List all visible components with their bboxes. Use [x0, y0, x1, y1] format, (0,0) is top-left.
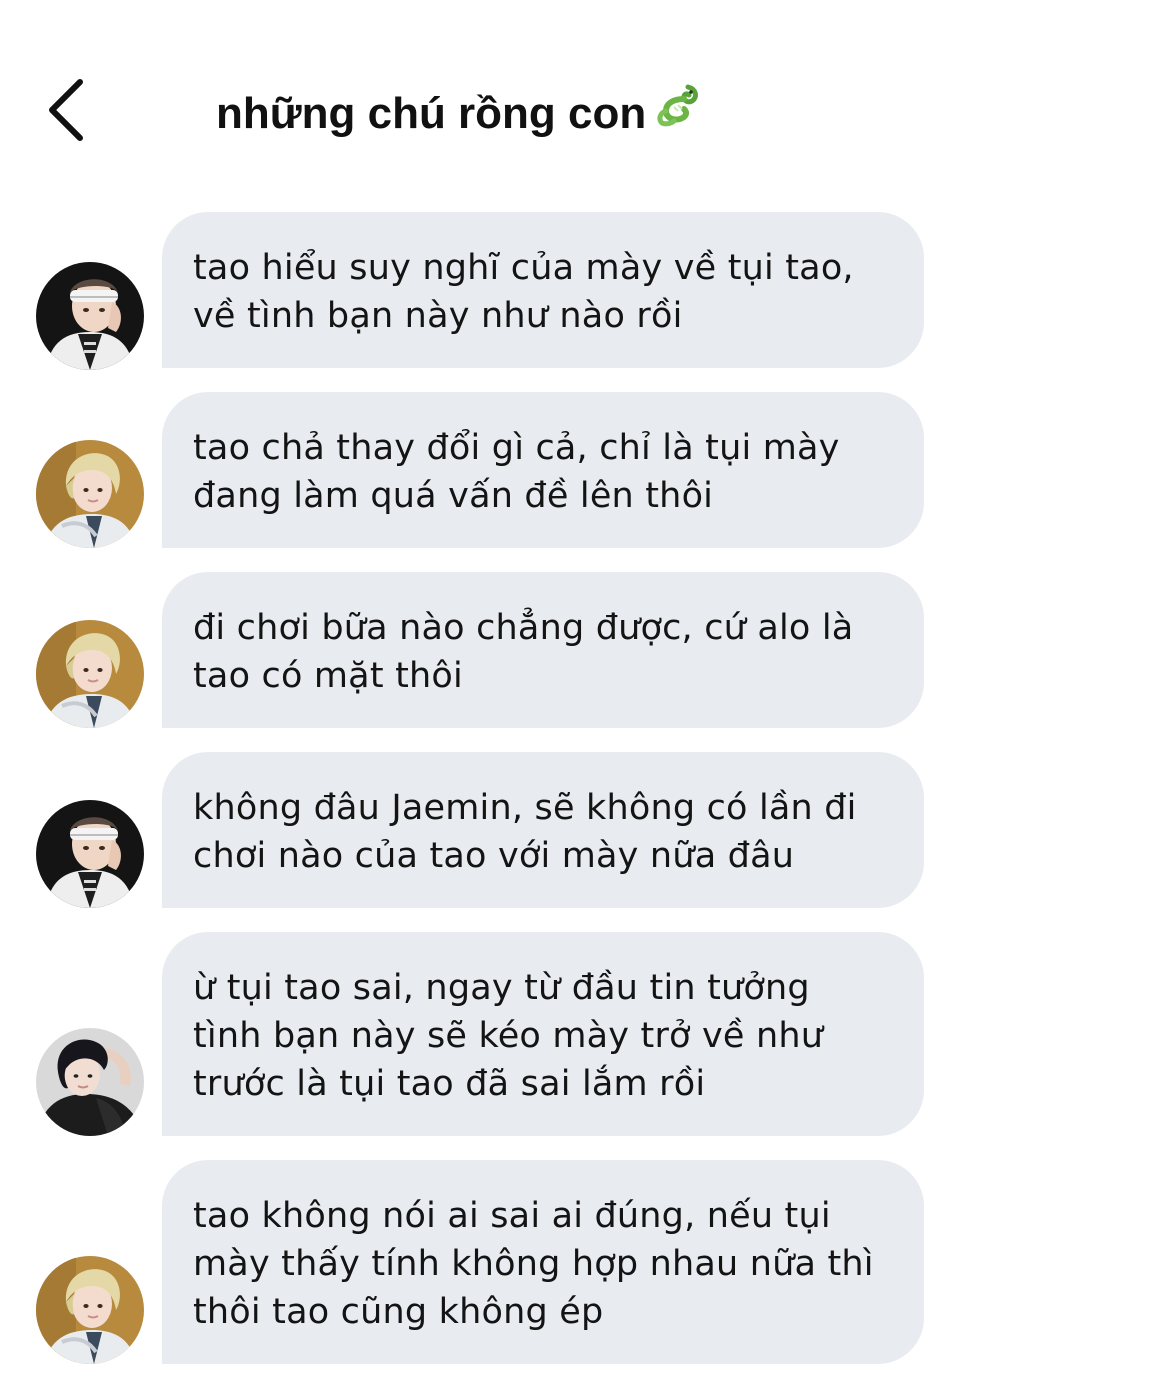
chat-header: những chú rồng con [0, 0, 1169, 190]
message-bubble[interactable]: không đâu Jaemin, sẽ không có lần đi chơ… [162, 752, 924, 908]
message-text: không đâu Jaemin, sẽ không có lần đi chơ… [193, 788, 857, 876]
message-row: tao chả thay đổi gì cả, chỉ là tụi mày đ… [0, 392, 1169, 548]
message-bubble[interactable]: tao chả thay đổi gì cả, chỉ là tụi mày đ… [162, 392, 924, 548]
message-row: ừ tụi tao sai, ngay từ đầu tin tưởng tìn… [0, 932, 1169, 1136]
avatar-dark-hair[interactable] [36, 1028, 144, 1136]
message-bubble[interactable]: đi chơi bữa nào chẳng được, cứ alo là ta… [162, 572, 924, 728]
avatar-blonde[interactable] [36, 440, 144, 548]
message-bubble[interactable]: ừ tụi tao sai, ngay từ đầu tin tưởng tìn… [162, 932, 924, 1136]
message-text: tao không nói ai sai ai đúng, nếu tụi mà… [193, 1196, 874, 1332]
chevron-left-icon [49, 79, 83, 141]
message-row: tao hiểu suy nghĩ của mày về tụi tao, về… [0, 212, 1169, 370]
message-row: tao không nói ai sai ai đúng, nếu tụi mà… [0, 1160, 1169, 1364]
message-bubble[interactable]: tao hiểu suy nghĩ của mày về tụi tao, về… [162, 212, 924, 368]
message-text: tao chả thay đổi gì cả, chỉ là tụi mày đ… [193, 428, 840, 516]
message-bubble[interactable]: tao không nói ai sai ai đúng, nếu tụi mà… [162, 1160, 924, 1364]
avatar-headband[interactable] [36, 800, 144, 908]
dragon-icon [654, 81, 702, 143]
message-text: ừ tụi tao sai, ngay từ đầu tin tưởng tìn… [193, 968, 824, 1104]
avatar-blonde[interactable] [36, 1256, 144, 1364]
message-text: tao hiểu suy nghĩ của mày về tụi tao, về… [193, 248, 854, 336]
message-row: không đâu Jaemin, sẽ không có lần đi chơ… [0, 752, 1169, 908]
avatar-headband[interactable] [36, 262, 144, 370]
chat-title[interactable]: những chú rồng con [216, 84, 702, 144]
message-row: đi chơi bữa nào chẳng được, cứ alo là ta… [0, 572, 1169, 728]
avatar-blonde[interactable] [36, 620, 144, 728]
chat-title-text: những chú rồng con [216, 89, 647, 138]
back-button[interactable] [38, 72, 98, 148]
message-text: đi chơi bữa nào chẳng được, cứ alo là ta… [193, 608, 854, 696]
